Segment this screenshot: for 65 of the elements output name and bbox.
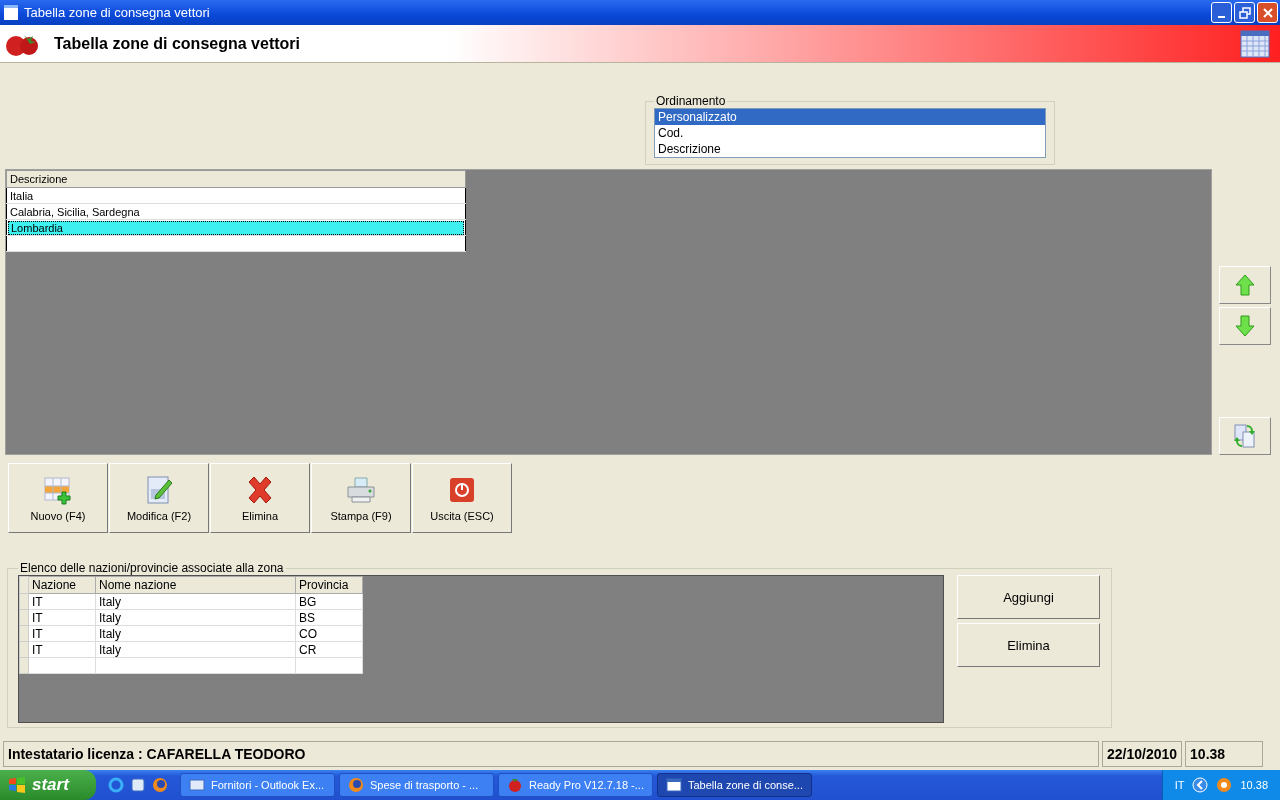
move-down-button[interactable] (1219, 307, 1271, 345)
arrow-down-icon (1235, 315, 1255, 337)
time-status: 10.38 (1185, 741, 1264, 767)
documents-refresh-icon (1233, 423, 1257, 449)
table-cell[interactable]: Italia (6, 187, 466, 204)
action-button[interactable]: Elimina (957, 623, 1100, 667)
document-pencil-icon (144, 474, 174, 505)
toolbar-button[interactable]: Nuovo (F4) (8, 463, 108, 533)
close-icon (1261, 6, 1274, 19)
arrow-up-icon (1235, 274, 1255, 296)
table-cell[interactable]: CR (295, 641, 363, 658)
column-header[interactable]: Descrizione (6, 170, 466, 188)
toolbar-button[interactable]: Modifica (F2) (109, 463, 209, 533)
minimize-icon (1218, 15, 1225, 18)
clock: 10.38 (1240, 779, 1268, 791)
column-header[interactable]: Provincia (295, 576, 363, 594)
taskbar-item[interactable]: Tabella zone di conse... (657, 773, 812, 797)
table-cell[interactable]: Italy (95, 609, 296, 626)
sort-legend: Ordinamento (654, 94, 728, 108)
table-add-icon (43, 474, 73, 505)
table-cell[interactable]: Lombardia (6, 219, 466, 236)
restore-icon (1238, 6, 1251, 19)
window-icon (4, 5, 18, 20)
table-cell[interactable]: CO (295, 625, 363, 642)
header-title: Tabella zone di consegna vettori (54, 34, 300, 53)
table-cell[interactable]: Italy (95, 593, 296, 610)
column-header[interactable]: Nome nazione (95, 576, 296, 594)
printer-icon (346, 474, 376, 505)
table-cell[interactable]: Calabria, Sicilia, Sardegna (6, 203, 466, 220)
chevron-left-icon[interactable] (1192, 777, 1209, 793)
start-button[interactable]: start (0, 770, 96, 800)
table-cell[interactable]: IT (28, 593, 96, 610)
sort-listbox[interactable]: Personalizzato Cod. Descrizione (654, 108, 1046, 158)
table-cell[interactable]: Italy (95, 625, 296, 642)
associations-legend: Elenco delle nazioni/provincie associate alla zona (18, 561, 286, 575)
windows-flag-icon (8, 777, 26, 793)
table-cell[interactable]: IT (28, 609, 96, 626)
restore-button[interactable] (1234, 2, 1255, 23)
move-up-button[interactable] (1219, 266, 1271, 304)
table-cell[interactable]: BG (295, 593, 363, 610)
table-cell[interactable]: IT (28, 625, 96, 642)
toolbar-button[interactable]: Elimina (210, 463, 310, 533)
sort-option[interactable]: Descrizione (655, 141, 1045, 157)
sort-option[interactable]: Personalizzato (655, 109, 1045, 125)
language-indicator[interactable]: IT (1174, 779, 1185, 791)
toolbar-button[interactable]: Uscita (ESC) (412, 463, 512, 533)
close-button[interactable] (1257, 2, 1278, 23)
refresh-button[interactable] (1219, 417, 1271, 455)
taskbar-item[interactable]: Fornitori - Outlook Ex... (180, 773, 335, 797)
window-icon (666, 777, 682, 793)
window-title: Tabella zone di consegna vettori (24, 5, 210, 20)
date-status: 22/10/2010 (1102, 741, 1183, 767)
calendar-icon[interactable] (1240, 29, 1270, 58)
action-button[interactable]: Aggiungi (957, 575, 1100, 619)
sort-option[interactable]: Cod. (655, 125, 1045, 141)
toolbar-button[interactable]: Stampa (F9) (311, 463, 411, 533)
taskbar-item[interactable]: Ready Pro V12.7.18 -... (498, 773, 653, 797)
strawberry-icon (507, 777, 523, 793)
column-header[interactable]: Nazione (28, 576, 96, 594)
minimize-button[interactable] (1211, 2, 1232, 23)
license-status: Intestatario licenza : CAFARELLA TEODORO (3, 741, 1099, 767)
table-cell[interactable]: BS (295, 609, 363, 626)
taskbar-item[interactable]: Spese di trasporto - ... (339, 773, 494, 797)
table-cell[interactable]: Italy (95, 641, 296, 658)
table-cell[interactable]: IT (28, 641, 96, 658)
